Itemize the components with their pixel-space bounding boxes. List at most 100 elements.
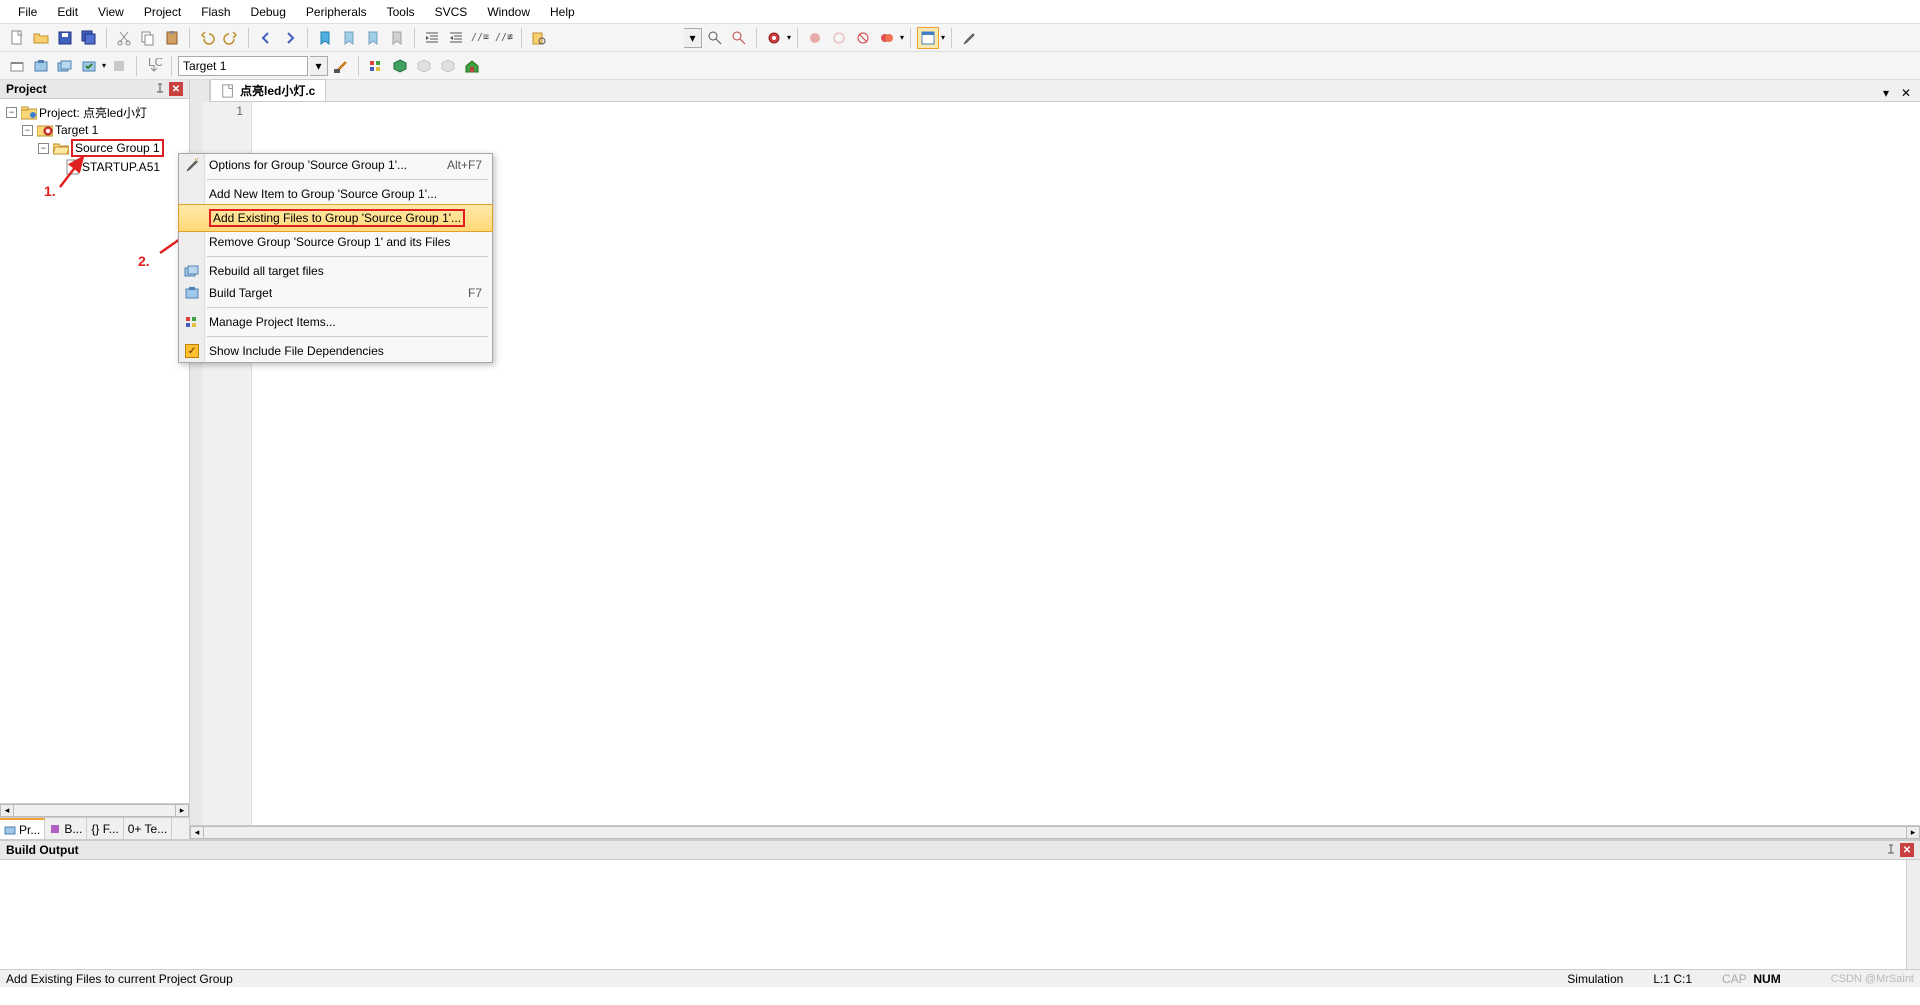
manage-items-icon[interactable] <box>365 55 387 77</box>
project-panel: Project ✕ − Project: 点亮led小灯 − Target 1 <box>0 80 190 839</box>
nav-forward-icon[interactable] <box>279 27 301 49</box>
copy-icon[interactable] <box>137 27 159 49</box>
ctx-remove-group[interactable]: Remove Group 'Source Group 1' and its Fi… <box>179 231 492 253</box>
editor-tab-active[interactable]: 点亮led小灯.c <box>210 79 326 101</box>
build-icon[interactable] <box>30 55 52 77</box>
ctx-build-target[interactable]: Build Target F7 <box>179 282 492 304</box>
window-layout-icon[interactable] <box>917 27 939 49</box>
new-file-icon[interactable] <box>6 27 28 49</box>
menu-edit[interactable]: Edit <box>47 2 88 22</box>
select-packs-icon[interactable] <box>389 55 411 77</box>
comment-icon[interactable]: //≡ <box>469 27 491 49</box>
tab-books[interactable]: B... <box>45 818 87 839</box>
close-panel-icon[interactable]: ✕ <box>1900 843 1914 857</box>
scroll-right-icon[interactable]: ▸ <box>1906 826 1920 839</box>
target-select[interactable] <box>178 56 308 76</box>
project-tree[interactable]: − Project: 点亮led小灯 − Target 1 − Source G… <box>0 99 189 803</box>
build-output-body[interactable] <box>0 860 1906 969</box>
tree-project-root[interactable]: − Project: 点亮led小灯 <box>2 103 187 122</box>
tree-target[interactable]: − Target 1 <box>2 122 187 138</box>
tab-dropdown-icon[interactable]: ▾ <box>1878 85 1894 101</box>
pin-icon[interactable] <box>1884 843 1898 857</box>
paste-icon[interactable] <box>161 27 183 49</box>
breakpoint-insert-icon[interactable] <box>804 27 826 49</box>
menu-project[interactable]: Project <box>134 2 191 22</box>
tab-project[interactable]: Pr... <box>0 818 45 839</box>
scroll-left-icon[interactable]: ◂ <box>0 804 14 817</box>
breakpoint-enable-icon[interactable] <box>828 27 850 49</box>
unindent-icon[interactable] <box>445 27 467 49</box>
build-output-vscroll[interactable] <box>1906 860 1920 969</box>
download-icon[interactable]: LOAD <box>143 55 165 77</box>
scroll-right-icon[interactable]: ▸ <box>175 804 189 817</box>
editor-hscroll[interactable]: ◂ ▸ <box>190 825 1920 839</box>
find-icon[interactable] <box>704 27 726 49</box>
menu-peripherals[interactable]: Peripherals <box>296 2 377 22</box>
collapse-icon[interactable]: − <box>38 143 49 154</box>
nav-back-icon[interactable] <box>255 27 277 49</box>
pin-icon[interactable] <box>153 82 167 96</box>
redo-icon[interactable] <box>220 27 242 49</box>
pack-installer2-icon[interactable] <box>437 55 459 77</box>
menu-debug[interactable]: Debug <box>241 2 296 22</box>
uncomment-icon[interactable]: //≢ <box>493 27 515 49</box>
ctx-rebuild-all[interactable]: Rebuild all target files <box>179 260 492 282</box>
save-all-icon[interactable] <box>78 27 100 49</box>
find-in-files-icon[interactable] <box>528 27 550 49</box>
ctx-add-new-item[interactable]: Add New Item to Group 'Source Group 1'..… <box>179 183 492 205</box>
menu-file[interactable]: File <box>8 2 47 22</box>
menu-separator <box>207 179 488 180</box>
target-options-icon[interactable] <box>330 55 352 77</box>
pack-installer-icon[interactable] <box>413 55 435 77</box>
tree-source-group[interactable]: − Source Group 1 <box>2 138 187 158</box>
tab-close-icon[interactable]: ✕ <box>1898 85 1914 101</box>
stop-build-icon[interactable] <box>108 55 130 77</box>
undo-icon[interactable] <box>196 27 218 49</box>
menu-flash[interactable]: Flash <box>191 2 240 22</box>
indent-icon[interactable] <box>421 27 443 49</box>
project-hscroll[interactable]: ◂ ▸ <box>0 803 189 817</box>
breakpoint-kill-icon[interactable] <box>876 27 898 49</box>
configure-icon[interactable] <box>958 27 980 49</box>
target-dropdown[interactable]: ▾ <box>310 56 328 76</box>
cut-icon[interactable] <box>113 27 135 49</box>
menu-view[interactable]: View <box>88 2 134 22</box>
books-tab-icon <box>49 823 61 835</box>
bookmark-icon[interactable] <box>314 27 336 49</box>
watermark-text: CSDN @MrSaint <box>1831 973 1914 985</box>
translate-icon[interactable] <box>6 55 28 77</box>
tab-templates[interactable]: 0+ Te... <box>124 818 172 839</box>
bookmark-next-icon[interactable] <box>362 27 384 49</box>
debug-icon[interactable] <box>763 27 785 49</box>
ctx-options-for-group[interactable]: Options for Group 'Source Group 1'... Al… <box>179 154 492 176</box>
menu-help[interactable]: Help <box>540 2 585 22</box>
batch-build-icon[interactable] <box>78 55 100 77</box>
ctx-manage-project-items[interactable]: Manage Project Items... <box>179 311 492 333</box>
menu-svcs[interactable]: SVCS <box>425 2 478 22</box>
menu-tools[interactable]: Tools <box>377 2 425 22</box>
tab-functions[interactable]: {} F... <box>87 818 123 839</box>
home-icon[interactable] <box>461 55 483 77</box>
open-file-icon[interactable] <box>30 27 52 49</box>
toolbar-main: //≡ //≢ ▾ ▾ ▾ ▾ <box>0 24 1920 52</box>
collapse-icon[interactable]: − <box>22 125 33 136</box>
menu-window[interactable]: Window <box>477 2 540 22</box>
bookmark-prev-icon[interactable] <box>338 27 360 49</box>
project-panel-label: Project <box>6 82 47 96</box>
find-dropdown[interactable]: ▾ <box>684 28 702 48</box>
close-panel-icon[interactable]: ✕ <box>169 82 183 96</box>
ctx-label: Options for Group 'Source Group 1'... <box>209 158 407 172</box>
collapse-icon[interactable]: − <box>6 107 17 118</box>
rebuild-icon[interactable] <box>54 55 76 77</box>
bookmark-clear-icon[interactable] <box>386 27 408 49</box>
tree-startup-file[interactable]: STARTUP.A51 <box>2 158 187 176</box>
save-icon[interactable] <box>54 27 76 49</box>
scroll-left-icon[interactable]: ◂ <box>190 826 204 839</box>
build-icon <box>184 285 200 301</box>
ctx-add-existing-files[interactable]: Add Existing Files to Group 'Source Grou… <box>178 204 493 232</box>
ctx-show-include-deps[interactable]: ✓ Show Include File Dependencies <box>179 340 492 362</box>
wand-icon <box>184 157 200 173</box>
code-area[interactable] <box>252 102 1920 825</box>
breakpoint-disable-icon[interactable] <box>852 27 874 49</box>
incremental-find-icon[interactable] <box>728 27 750 49</box>
